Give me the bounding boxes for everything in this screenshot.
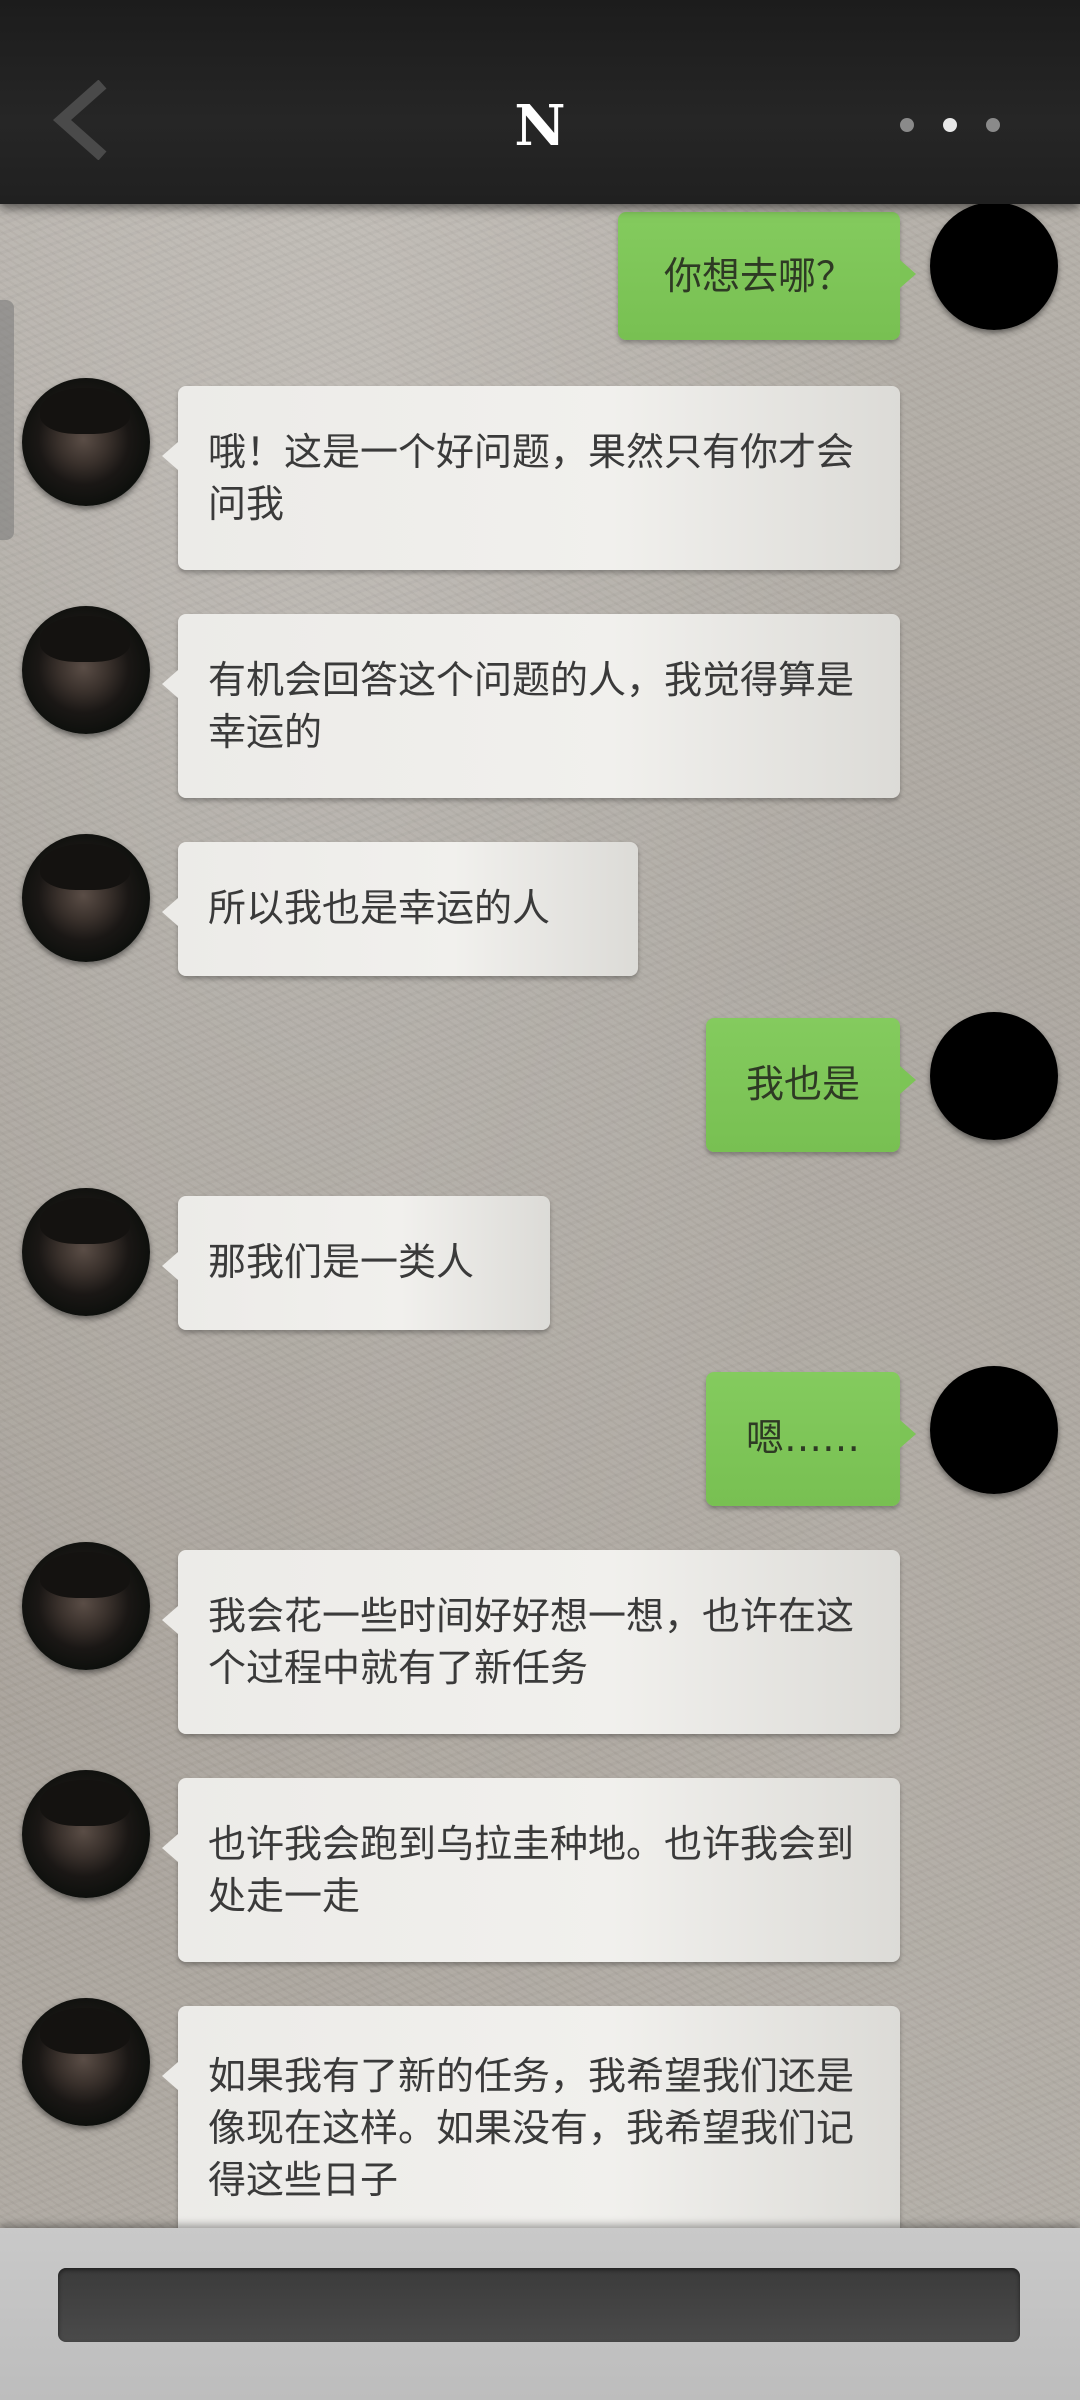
message-bubble-self[interactable]: 嗯…… [706, 1372, 916, 1506]
message-bubble-contact[interactable]: 哦！这是一个好问题，果然只有你才会问我 [162, 386, 900, 570]
message-bubble-self[interactable]: 你想去哪？ [618, 212, 916, 340]
more-dots-icon [943, 118, 957, 132]
message-text: 如果我有了新的任务，我希望我们还是像现在这样。如果没有，我希望我们记得这些日子 [208, 2054, 855, 2202]
chat-message-list[interactable]: 你想去哪？ 哦！这是一个好问题，果然只有你才会问我 有机会回答这个问题的人，我觉… [0, 0, 1080, 2228]
message-bubble-self[interactable]: 我也是 [706, 1018, 916, 1152]
self-avatar[interactable] [930, 1012, 1058, 1140]
self-avatar[interactable] [930, 1366, 1058, 1494]
message-text: 我也是 [745, 1062, 860, 1106]
message-bubble-contact[interactable]: 有机会回答这个问题的人，我觉得算是幸运的 [162, 614, 900, 798]
message-text: 嗯…… [745, 1416, 860, 1460]
contact-avatar[interactable] [22, 1998, 150, 2126]
composer-bar [0, 2228, 1080, 2400]
message-bubble-contact[interactable]: 我会花一些时间好好想一想，也许在这个过程中就有了新任务 [162, 1550, 900, 1734]
contact-avatar[interactable] [22, 1770, 150, 1898]
message-text: 所以我也是幸运的人 [208, 886, 551, 930]
message-text: 那我们是一类人 [208, 1240, 475, 1284]
contact-avatar[interactable] [22, 834, 150, 962]
more-dots-icon [986, 118, 1000, 132]
message-bubble-contact[interactable]: 如果我有了新的任务，我希望我们还是像现在这样。如果没有，我希望我们记得这些日子 [162, 2006, 900, 2228]
message-text: 哦！这是一个好问题，果然只有你才会问我 [208, 430, 855, 526]
contact-avatar[interactable] [22, 378, 150, 506]
message-bubble-contact[interactable]: 那我们是一类人 [162, 1196, 550, 1330]
more-options-button[interactable] [900, 112, 1000, 138]
contact-avatar[interactable] [22, 1542, 150, 1670]
message-text: 有机会回答这个问题的人，我觉得算是幸运的 [208, 658, 855, 754]
message-text: 也许我会跑到乌拉圭种地。也许我会到处走一走 [208, 1822, 855, 1918]
message-input[interactable] [58, 2268, 1020, 2342]
contact-avatar[interactable] [22, 606, 150, 734]
contact-avatar[interactable] [22, 1188, 150, 1316]
message-text: 你想去哪？ [663, 254, 854, 298]
self-avatar[interactable] [930, 202, 1058, 330]
more-dots-icon [900, 118, 914, 132]
chat-header: N [0, 0, 1080, 204]
message-bubble-contact[interactable]: 所以我也是幸运的人 [162, 842, 638, 976]
message-bubble-contact[interactable]: 也许我会跑到乌拉圭种地。也许我会到处走一走 [162, 1778, 900, 1962]
message-text: 我会花一些时间好好想一想，也许在这个过程中就有了新任务 [208, 1594, 855, 1690]
